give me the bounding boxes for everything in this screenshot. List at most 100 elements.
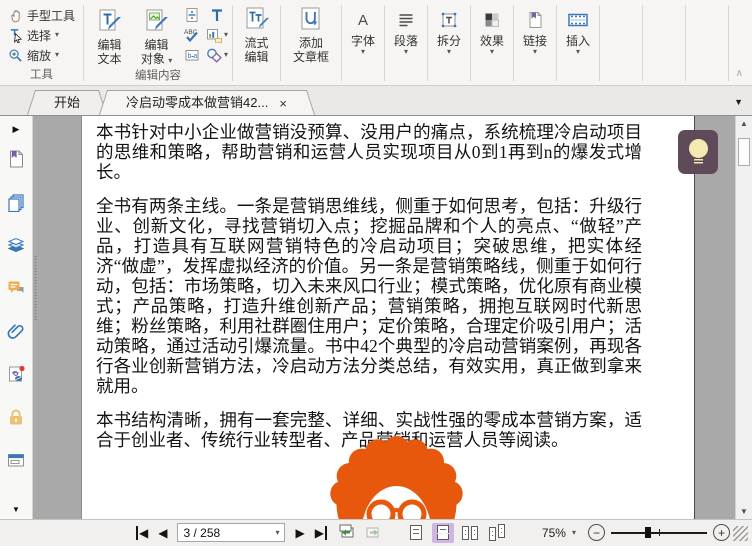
zoom-out-button[interactable]: − (587, 524, 605, 541)
edit-text-label: 编辑 (97, 38, 122, 52)
sidebar-more-icon[interactable]: ▼ (12, 505, 20, 514)
main-area: ▶ ▼ 本书针对中小企业做营销没预算、没用户的痛点，系统梳理冷启动项目的思维和策… (0, 116, 752, 519)
window-resize-grip[interactable] (733, 526, 748, 541)
page-thumbnails-panel-button[interactable] (6, 192, 26, 212)
facing-view-button[interactable] (459, 523, 481, 543)
shapes-button[interactable]: ▾ (206, 46, 228, 64)
attachments-panel-button[interactable] (6, 321, 26, 341)
last-page-button[interactable]: ▶ (313, 525, 327, 540)
zoom-icon (9, 48, 22, 62)
continuous-page-icon (436, 525, 449, 540)
close-icon[interactable]: × (278, 97, 288, 110)
continuous-view-button[interactable] (431, 522, 454, 543)
continuous-facing-view-button[interactable] (486, 523, 508, 543)
spell-check-button[interactable]: ABC (182, 26, 202, 44)
edit-object-button[interactable]: 编辑 对象 ▾ (133, 2, 180, 66)
object-properties-button[interactable]: ▾ (206, 26, 228, 44)
zoom-in-button[interactable]: + (712, 524, 730, 541)
edit-object-label-row: 对象 ▾ (141, 52, 172, 66)
paragraph-label: 段落 (394, 34, 419, 48)
sidebar-expand-icon[interactable]: ▶ (13, 124, 20, 135)
ribbon-divider (599, 5, 601, 81)
text-tool-button[interactable] (206, 6, 228, 24)
vertical-scrollbar[interactable]: ▲ ▼ (735, 116, 752, 519)
replace-text-icon: b a (185, 50, 199, 61)
afro-figure-illustration (330, 436, 463, 519)
edit-object-icon (143, 6, 171, 38)
zoom-dropdown-icon[interactable]: ▾ (572, 528, 576, 537)
replace-text-button[interactable]: b a (182, 46, 202, 64)
fields-panel-button[interactable] (6, 450, 26, 470)
chevron-down-icon: ▾ (275, 527, 280, 537)
panel-resize-handle[interactable] (34, 256, 37, 320)
edit-text-label: 文本 (97, 52, 122, 66)
first-page-button[interactable]: ◀ (136, 525, 150, 540)
layers-panel-button[interactable] (6, 235, 26, 255)
tab-home-label: 开始 (54, 95, 81, 110)
next-view-icon (366, 527, 379, 538)
hand-tool-label: 手型工具 (27, 8, 76, 23)
zoom-tool-button[interactable]: 缩放 ▾ (4, 45, 79, 65)
ribbon-group-edit-content: 编辑 文本 编辑 对象 ▾ ABC b a ▾ ▾ 编辑内容 (84, 0, 232, 85)
chevron-down-icon: ▾ (168, 56, 173, 65)
edit-text-button[interactable]: 编辑 文本 (86, 2, 133, 66)
split-button[interactable]: 拆分 ▾ (428, 0, 470, 85)
select-tool-button[interactable]: 选择 ▾ (4, 25, 79, 45)
tab-document[interactable]: 冷启动零成本做营销42... × (110, 90, 304, 115)
assistant-lightbulb-button[interactable] (678, 130, 718, 174)
scroll-up-icon[interactable]: ▲ (736, 119, 752, 128)
next-page-button[interactable]: ▶ (293, 526, 306, 540)
lock-icon (10, 409, 22, 425)
ribbon-divider (728, 5, 730, 81)
flow-edit-button[interactable]: 流式 编辑 (233, 0, 280, 85)
chevron-down-icon: ▾ (55, 50, 60, 59)
single-page-icon (409, 525, 422, 540)
page-number-input[interactable]: 3 / 258 ▾ (177, 523, 286, 542)
split-document-icon (186, 8, 198, 22)
previous-view-icon (339, 524, 354, 538)
pdf-page: 本书针对中小企业做营销没预算、没用户的痛点，系统梳理冷启动项目的思维和策略，帮助… (81, 116, 695, 519)
ribbon-divider (685, 5, 687, 81)
object-comment-icon (207, 29, 222, 43)
hand-tool-button[interactable]: 手型工具 (4, 5, 79, 25)
signature-icon (9, 365, 25, 382)
ribbon-collapse-icon[interactable]: ∧ (736, 68, 743, 79)
lightbulb-base (693, 159, 703, 165)
zoom-level-value[interactable]: 75% (532, 526, 566, 540)
effect-button[interactable]: 效果 ▾ (471, 0, 513, 85)
signature-panel-button[interactable] (6, 364, 26, 384)
ribbon-divider (642, 5, 644, 81)
flow-edit-label: 编辑 (244, 50, 269, 64)
tab-home[interactable]: 开始 (38, 90, 97, 115)
zoom-slider[interactable] (610, 524, 707, 541)
split-text-button[interactable] (182, 6, 202, 24)
link-button[interactable]: 链接 ▾ (514, 0, 556, 85)
bookmarks-panel-button[interactable] (6, 149, 26, 169)
chevron-down-icon: ▾ (447, 47, 452, 56)
chevron-down-icon: ▾ (224, 30, 229, 39)
scroll-down-icon[interactable]: ▼ (736, 507, 752, 516)
insert-label: 插入 (566, 34, 591, 48)
zoom-slider-thumb[interactable] (644, 527, 651, 538)
lightbulb-icon (688, 139, 708, 158)
flow-edit-label: 流式 (244, 36, 269, 50)
bookmark-icon (10, 150, 23, 168)
insert-button[interactable]: 插入 ▾ (557, 0, 599, 85)
scrollbar-thumb[interactable] (738, 138, 750, 166)
single-page-view-button[interactable] (405, 523, 427, 543)
next-view-button[interactable] (364, 522, 383, 543)
effect-label: 效果 (480, 34, 505, 48)
tab-list-caret-icon[interactable]: ▼ (734, 97, 743, 107)
previous-page-button[interactable]: ◀ (156, 526, 169, 540)
paragraph-button[interactable]: 段落 ▾ (385, 0, 427, 85)
svg-text:A: A (358, 12, 368, 29)
page-text: 本书针对中小企业做营销没预算、没用户的痛点，系统梳理冷启动项目的思维和策略，帮助… (96, 122, 642, 464)
font-button[interactable]: A 字体 ▾ (342, 0, 384, 85)
add-article-box-button[interactable]: 添加 文章框 (281, 0, 341, 85)
tab-document-label: 冷启动零成本做营销42... (126, 95, 269, 110)
comments-panel-button[interactable] (6, 278, 26, 298)
chevron-down-icon: ▾ (224, 50, 229, 59)
security-panel-button[interactable] (6, 407, 26, 427)
layers-icon (7, 237, 25, 253)
previous-view-button[interactable] (337, 522, 356, 543)
